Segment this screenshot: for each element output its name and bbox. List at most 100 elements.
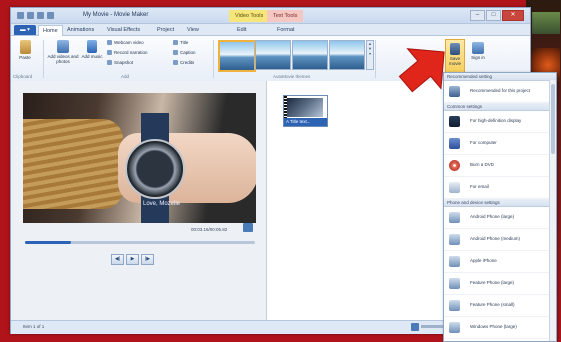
storyboard-clip[interactable]: A Title text... — [283, 95, 328, 127]
seek-bar[interactable] — [25, 241, 255, 244]
menu-item-feature-phone-small[interactable]: Feature Phone (small) — [444, 295, 556, 317]
add-music-button[interactable]: Add music — [81, 40, 103, 59]
theme-thumbnail[interactable] — [329, 40, 365, 70]
menu-item-label: For high-definition display — [470, 118, 522, 123]
context-tab-video-tools: Video Tools — [229, 10, 270, 22]
phone-icon — [449, 278, 460, 289]
dvd-icon — [449, 160, 460, 171]
fullscreen-icon[interactable] — [243, 223, 253, 232]
menu-item-label: Recommended for this project — [470, 88, 531, 93]
menu-item-computer[interactable]: For computer — [444, 133, 556, 155]
close-button[interactable]: ✕ — [502, 10, 524, 21]
credits-label: Credits — [180, 60, 195, 65]
tab-view[interactable]: View — [183, 25, 203, 35]
group-label-themes: AutoMovie themes — [273, 74, 311, 79]
snapshot-label: Snapshot — [114, 60, 134, 65]
playback-controls: ◀| ▶ |▶ — [111, 254, 154, 265]
play-button[interactable]: ▶ — [126, 254, 139, 265]
window-controls: – □ ✕ — [470, 10, 524, 21]
zoom-icon[interactable] — [411, 323, 419, 331]
group-label-add: Add — [121, 74, 130, 79]
save-icon[interactable] — [17, 12, 24, 19]
snapshot-button[interactable]: Snapshot — [107, 60, 133, 65]
clip-title-label: A Title text... — [284, 118, 327, 126]
film-icon — [57, 40, 69, 53]
file-menu-button[interactable]: ▬ ▾ — [14, 25, 36, 35]
scrollbar-thumb[interactable] — [551, 84, 555, 154]
ribbon-separator — [213, 40, 214, 78]
theme-thumbnail[interactable] — [292, 40, 328, 70]
quick-access-toolbar — [17, 12, 54, 19]
context-tab-text-tools: Text Tools — [267, 10, 304, 22]
tab-edit[interactable]: Edit — [233, 25, 250, 35]
menu-scrollbar[interactable] — [549, 80, 556, 341]
status-text: Item 1 of 1 — [23, 324, 45, 329]
ribbon-separator — [43, 40, 44, 78]
window-title: My Movie - Movie Maker — [83, 12, 149, 18]
tab-format[interactable]: Format — [273, 25, 298, 35]
video-frame — [23, 119, 123, 209]
themes-scroll[interactable]: ▲ ▼ ▾ — [366, 40, 374, 70]
menu-item-recommended[interactable]: Recommended for this project — [444, 81, 556, 103]
preview-pane: Love, Mozelle 00:03.16/00:05.82 ◀| ▶ |▶ — [11, 81, 267, 320]
hd-display-icon — [449, 116, 460, 127]
credits-button[interactable]: Credits — [173, 60, 194, 65]
add-music-label: Add music — [81, 54, 103, 59]
phone-icon — [449, 212, 460, 223]
menu-section-header: Phone and device settings — [444, 199, 556, 207]
paste-icon — [19, 40, 31, 54]
sign-in-label: Sign in — [471, 55, 485, 60]
video-preview[interactable]: Love, Mozelle — [23, 93, 256, 223]
dropdown-icon[interactable] — [47, 12, 54, 19]
seek-bar-progress — [25, 241, 71, 244]
caption-button[interactable]: Caption — [173, 50, 196, 55]
minimize-button[interactable]: – — [470, 10, 485, 21]
paste-label: Paste — [19, 55, 31, 60]
menu-item-windows-phone-large[interactable]: Windows Phone (large) — [444, 317, 556, 339]
tab-project[interactable]: Project — [153, 25, 178, 35]
menu-item-android-medium[interactable]: Android Phone (medium) — [444, 229, 556, 251]
credits-icon — [173, 60, 178, 65]
film-icon — [449, 86, 460, 97]
menu-item-label: Feature Phone (large) — [470, 280, 515, 285]
menu-item-hd-display[interactable]: For high-definition display — [444, 111, 556, 133]
menu-item-android-large[interactable]: Android Phone (large) — [444, 207, 556, 229]
menu-section-header: Common settings — [444, 103, 556, 111]
add-videos-label: Add videos and photos — [47, 54, 79, 64]
user-icon — [472, 42, 484, 54]
tab-visual-effects[interactable]: Visual Effects — [103, 25, 144, 35]
undo-icon[interactable] — [27, 12, 34, 19]
title-button[interactable]: Title — [173, 40, 188, 45]
menu-item-apple-iphone[interactable]: Apple iPhone — [444, 251, 556, 273]
background-photo — [532, 12, 560, 34]
menu-item-feature-phone-large[interactable]: Feature Phone (large) — [444, 273, 556, 295]
paste-button[interactable]: Paste — [17, 40, 33, 60]
ribbon-separator — [375, 40, 376, 78]
menu-item-email[interactable]: For email — [444, 177, 556, 199]
theme-thumbnail[interactable] — [218, 40, 256, 72]
sign-in-button[interactable]: Sign in — [469, 39, 487, 60]
clip-thumbnail — [287, 98, 323, 117]
filmstrip-icon — [284, 96, 287, 118]
menu-item-burn-dvd[interactable]: Burn a DVD — [444, 155, 556, 177]
previous-frame-button[interactable]: ◀| — [111, 254, 124, 265]
record-narration-button[interactable]: Record narration — [107, 50, 148, 55]
tab-animations[interactable]: Animations — [63, 25, 98, 35]
next-frame-button[interactable]: |▶ — [141, 254, 154, 265]
group-label-clipboard: Clipboard — [13, 74, 33, 79]
webcam-label: Webcam video — [114, 40, 144, 45]
add-videos-button[interactable]: Add videos and photos — [47, 40, 79, 64]
tab-home[interactable]: Home — [38, 25, 63, 36]
menu-section-header: Recommended setting — [444, 73, 556, 81]
menu-item-label: For email — [470, 184, 489, 189]
save-movie-menu: Recommended setting Recommended for this… — [443, 72, 557, 342]
title-icon — [173, 40, 178, 45]
phone-icon — [449, 322, 460, 333]
menu-item-label: Windows Phone (large) — [470, 324, 517, 329]
theme-thumbnail[interactable] — [255, 40, 291, 70]
redo-icon[interactable] — [37, 12, 44, 19]
watch-face — [125, 139, 185, 199]
maximize-button[interactable]: □ — [486, 10, 501, 21]
webcam-video-button[interactable]: Webcam video — [107, 40, 144, 45]
menu-item-label: Android Phone (medium) — [470, 236, 521, 241]
